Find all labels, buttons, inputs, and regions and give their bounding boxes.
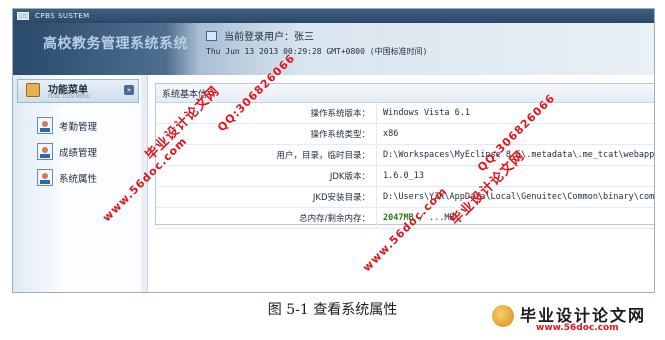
current-datetime: Thu Jun 13 2013 00:29:28 GMT+0800 (中国标准时… — [206, 46, 456, 58]
sidebar-item-label: 成绩管理 — [59, 148, 98, 159]
jdk-version-label: JDK版本： — [156, 165, 377, 187]
site-logo: 毕业设计论文网 www.56doc.com — [492, 301, 662, 338]
sidebar: 功能菜单 FUNCTION MENU » 考勤管理 成绩管理 系统属性 — [13, 75, 142, 292]
collapse-menu-icon[interactable]: » — [124, 85, 134, 95]
menu-icon — [26, 83, 40, 97]
user-icon — [206, 31, 217, 41]
sidebar-item-label: 考勤管理 — [59, 122, 98, 133]
sidebar-item-label: 系统属性 — [59, 174, 98, 185]
user-dir-label: 用户，目录，临时目录： — [156, 144, 377, 166]
window-titlebar: CPBS SUSTEM — [13, 9, 654, 23]
current-user: 当前登录用户：张三 — [206, 31, 314, 44]
function-menu-subtitle: FUNCTION MENU — [48, 94, 91, 100]
os-version-value: Windows Vista 6.1 — [376, 103, 654, 124]
app-window: CPBS SUSTEM 高校教务管理系统系统 当前登录用户：张三 Thu Jun… — [12, 8, 655, 293]
user-card-icon — [37, 169, 53, 186]
logo-icon — [492, 305, 514, 327]
current-user-text: 当前登录用户：张三 — [224, 32, 314, 43]
datetime-text: Thu Jun 13 2013 00:29:28 GMT+0800 (中国标准时… — [206, 47, 428, 56]
jdk-install-dir-value: D:\Users\YZK\AppData\Local\Genuitec\Comm… — [376, 186, 654, 208]
panel-header: 系统基本信 — [156, 84, 654, 103]
window-title: CPBS SUSTEM — [35, 12, 90, 20]
main-content: 系统基本信 操作系统版本： Windows Vista 6.1 操作系统类型： … — [149, 75, 654, 292]
table-row: JDK版本： 1.6.0_13 — [156, 165, 654, 187]
memory-label: 总内存/剩余内存： — [156, 207, 377, 229]
app-header: 高校教务管理系统系统 当前登录用户：张三 Thu Jun 13 2013 00:… — [13, 23, 654, 75]
user-card-icon — [37, 143, 53, 160]
logo-url: www.56doc.com — [536, 323, 619, 333]
function-menu-header[interactable]: 功能菜单 FUNCTION MENU » — [17, 79, 139, 103]
jdk-install-dir-label: JKD安装目录： — [156, 186, 377, 208]
user-card-icon — [37, 117, 53, 134]
system-info-panel: 系统基本信 操作系统版本： Windows Vista 6.1 操作系统类型： … — [155, 83, 654, 229]
system-title: 高校教务管理系统系统 — [43, 36, 188, 52]
table-row: 用户，目录，临时目录： D:\Workspaces\MyEclipse 8.5\… — [156, 144, 654, 166]
app-window-icon — [17, 12, 29, 20]
table-row: JKD安装目录： D:\Users\YZK\AppData\Local\Genu… — [156, 186, 654, 208]
